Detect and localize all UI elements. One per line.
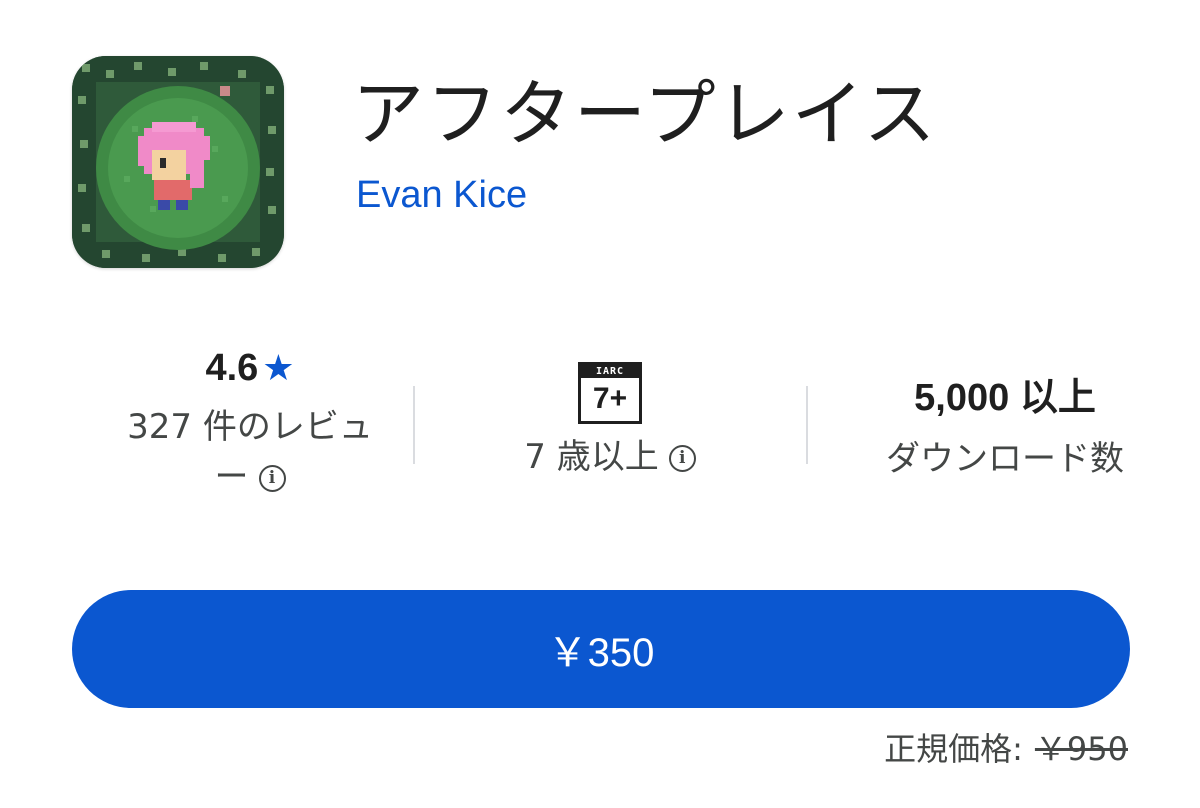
regular-price-value: ￥950 [1034, 730, 1128, 768]
downloads-value: 5,000 以上 [914, 377, 1096, 419]
age-rating-text: 7 歳以上 [524, 437, 659, 477]
rating-value-line: 4.6 ★ [70, 340, 430, 396]
review-count-label: 327 件のレビュー i [120, 402, 380, 502]
buy-button[interactable]: ￥350 [72, 590, 1130, 708]
regular-price: 正規価格: ￥950 [884, 724, 1128, 774]
rating-value: 4.6 [205, 347, 259, 389]
regular-price-label: 正規価格: [884, 730, 1023, 768]
star-icon: ★ [262, 347, 295, 388]
content-rating-stat[interactable]: IARC 7+ 7 歳以上 i [430, 340, 790, 482]
rating-stat[interactable]: 4.6 ★ 327 件のレビュー i [70, 340, 430, 502]
iarc-badge-age: 7+ [592, 382, 628, 415]
developer-link[interactable]: Evan Kice [356, 170, 527, 220]
pixel-art-icon [72, 56, 284, 268]
app-title: アフタープレイス [352, 72, 938, 156]
stat-divider [413, 386, 415, 464]
age-rating-label: 7 歳以上 i [430, 432, 790, 482]
iarc-rating-badge-icon: IARC 7+ [578, 362, 642, 424]
info-icon[interactable]: i [258, 465, 286, 492]
downloads-stat: 5,000 以上 ダウンロード数 [820, 340, 1190, 484]
stat-divider [806, 386, 808, 464]
stats-row: 4.6 ★ 327 件のレビュー i IARC 7+ 7 歳以上 i 5,000 以上… [0, 340, 1200, 520]
app-icon [72, 56, 284, 268]
downloads-label: ダウンロード数 [886, 439, 1124, 479]
review-count-text: 327 件のレビュー [127, 407, 373, 497]
iarc-badge-top: IARC [581, 365, 639, 378]
info-icon[interactable]: i [668, 445, 696, 472]
